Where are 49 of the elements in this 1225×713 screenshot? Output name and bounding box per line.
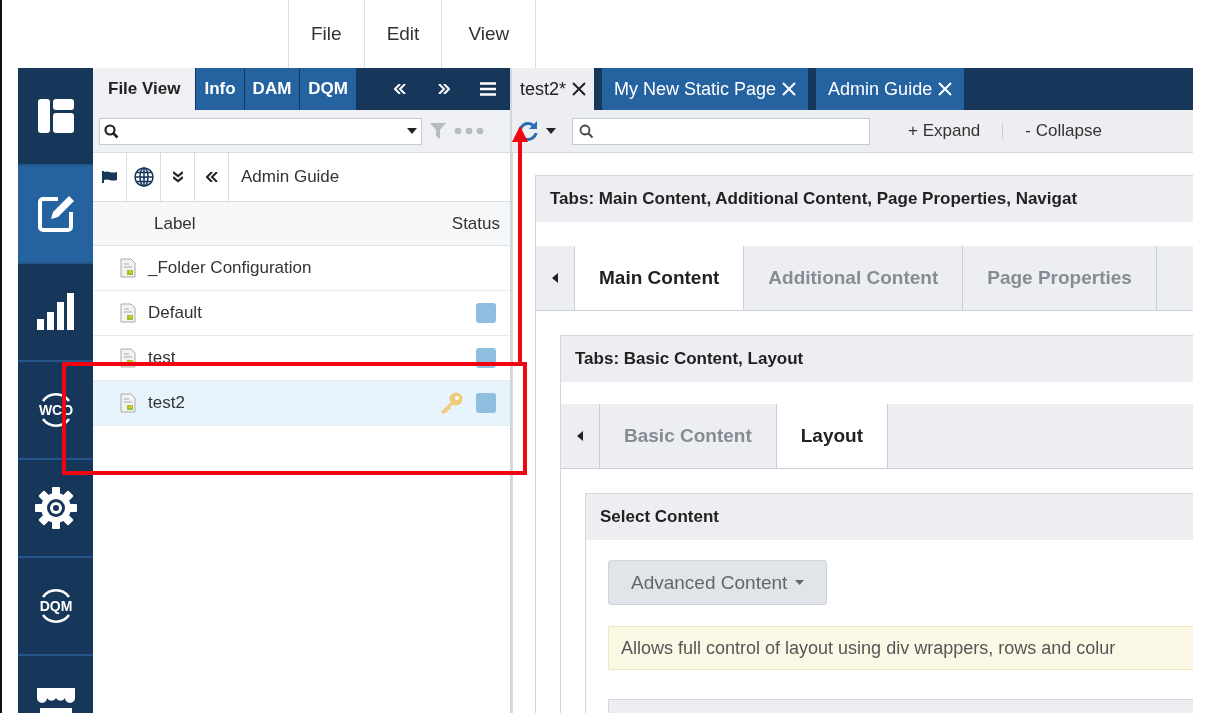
- section-title: Select Content: [586, 494, 1193, 540]
- double-chevron-down-icon[interactable]: [172, 171, 183, 183]
- file-name: Default: [148, 303, 203, 323]
- search-icon: [104, 123, 119, 139]
- menu-icon[interactable]: [480, 82, 496, 96]
- caret-left-icon[interactable]: [577, 431, 583, 441]
- content-type-dropdown[interactable]: Advanced Content: [608, 560, 828, 605]
- content-tab[interactable]: Layout: [776, 404, 889, 468]
- page-file-icon: [120, 393, 136, 413]
- close-icon[interactable]: [572, 82, 587, 96]
- column-header: Status: [451, 213, 500, 234]
- content-tab[interactable]: Main Content: [575, 246, 745, 310]
- column-header: Label: [154, 213, 196, 234]
- page-file-icon: [120, 303, 136, 323]
- section-title: Tabs: Main Content, Additional Content, Page Properties, Navigat: [536, 176, 1193, 222]
- dropdown-caret-icon[interactable]: [407, 128, 417, 134]
- settings-icon: [33, 486, 78, 530]
- document-tab[interactable]: My New Static Page: [602, 68, 809, 110]
- search-field[interactable]: [99, 117, 422, 145]
- double-chevron-left-icon[interactable]: [205, 172, 218, 182]
- panel-tab[interactable]: DQM: [300, 68, 357, 110]
- caret-down-icon: [795, 580, 805, 585]
- search-icon: [579, 123, 594, 139]
- search-field[interactable]: [572, 117, 870, 145]
- bar-chart-icon: [35, 292, 76, 332]
- panel-tab[interactable]: File View: [93, 68, 197, 110]
- dropdown-caret-icon[interactable]: [546, 128, 556, 134]
- file-row[interactable]: Default: [93, 291, 510, 336]
- flag-icon[interactable]: [101, 171, 118, 183]
- file-row[interactable]: test2: [93, 381, 510, 426]
- layout-icon: [35, 96, 76, 136]
- page-file-icon: [120, 258, 136, 278]
- double-chevron-right-icon[interactable]: [438, 84, 450, 94]
- file-name: test2: [148, 393, 186, 413]
- breadcrumb-label: Admin Guide: [241, 167, 340, 187]
- info-note: Allows full control of layout using div wrappers, rows and colur: [608, 626, 1193, 670]
- globe-icon[interactable]: [133, 167, 154, 187]
- caret-left-icon[interactable]: [552, 273, 558, 283]
- file-row[interactable]: _Folder Configuration: [93, 246, 510, 291]
- expand-link[interactable]: + Expand: [908, 121, 981, 141]
- panel-tab[interactable]: DAM: [244, 68, 301, 110]
- collapse-link[interactable]: - Collapse: [1025, 121, 1102, 141]
- edit-icon: [35, 194, 76, 234]
- file-name: _Folder Configuration: [148, 258, 313, 278]
- document-tab[interactable]: Admin Guide: [816, 68, 965, 110]
- panel-tab[interactable]: Info: [196, 68, 245, 110]
- document-tab[interactable]: test2*: [512, 68, 595, 110]
- section-title: Tabs: Basic Content, Layout: [561, 336, 1193, 382]
- refresh-icon[interactable]: [518, 120, 538, 142]
